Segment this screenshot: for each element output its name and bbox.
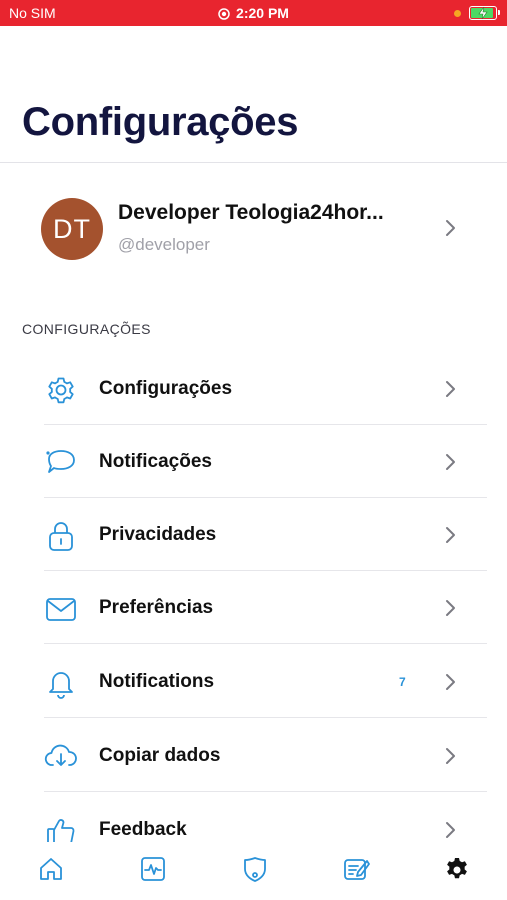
menu-item-privacidades[interactable]: Privacidades (0, 498, 507, 571)
lock-icon (49, 522, 73, 551)
mail-icon (46, 598, 76, 621)
chevron-right-icon (446, 748, 455, 764)
profile-name: Developer Teologia24hor... (118, 201, 384, 224)
chevron-right-icon (446, 381, 455, 397)
chevron-right-icon (446, 454, 455, 470)
activity-icon[interactable] (139, 855, 167, 883)
charging-bolt-icon (478, 6, 488, 20)
menu-item-notifications[interactable]: Notifications 7 (0, 645, 507, 718)
home-icon[interactable] (37, 855, 65, 883)
row-divider (44, 791, 487, 792)
chat-bubble-icon (46, 450, 75, 473)
chevron-right-icon (446, 527, 455, 543)
settings-gear-icon[interactable] (443, 855, 471, 883)
menu-item-label: Notifications (99, 671, 215, 692)
status-bar: No SIM 2:20 PM (0, 0, 507, 26)
time-label: 2:20 PM (236, 5, 289, 21)
menu-item-preferencias[interactable]: Preferências (0, 571, 507, 644)
row-divider (44, 717, 487, 718)
menu-item-configuracoes[interactable]: Configurações (0, 352, 507, 425)
status-right (454, 6, 500, 20)
screen-record-icon (218, 8, 230, 20)
bell-icon (49, 672, 73, 699)
menu-item-label: Preferências (99, 597, 214, 618)
menu-item-copiar-dados[interactable]: Copiar dados (0, 719, 507, 792)
tab-bar (0, 842, 507, 900)
status-time: 2:20 PM (0, 5, 507, 21)
profile-row[interactable]: DT Developer Teologia24hor... @developer (0, 163, 507, 293)
gear-icon (48, 377, 74, 404)
profile-handle: @developer (118, 235, 210, 254)
menu-item-notificacoes[interactable]: Notificações (0, 425, 507, 498)
notes-icon[interactable] (342, 855, 370, 883)
battery-icon (469, 6, 500, 20)
row-divider (44, 643, 487, 644)
menu-item-label: Notificações (99, 451, 212, 472)
chevron-right-icon (446, 600, 455, 616)
avatar: DT (41, 198, 103, 260)
menu-item-label: Copiar dados (99, 745, 221, 766)
notification-count-badge: 7 (399, 675, 406, 689)
menu-item-label: Configurações (99, 378, 233, 399)
privacy-indicator-icon (454, 9, 461, 17)
menu-item-label: Privacidades (99, 524, 217, 545)
chevron-right-icon (446, 822, 455, 838)
shield-icon[interactable] (241, 855, 269, 883)
page-title: Configurações (22, 100, 299, 144)
chevron-right-icon (446, 220, 455, 236)
chevron-right-icon (446, 674, 455, 690)
cloud-download-icon (44, 744, 77, 766)
section-header: CONFIGURAÇÕES (22, 321, 151, 337)
menu-item-label: Feedback (99, 819, 187, 840)
